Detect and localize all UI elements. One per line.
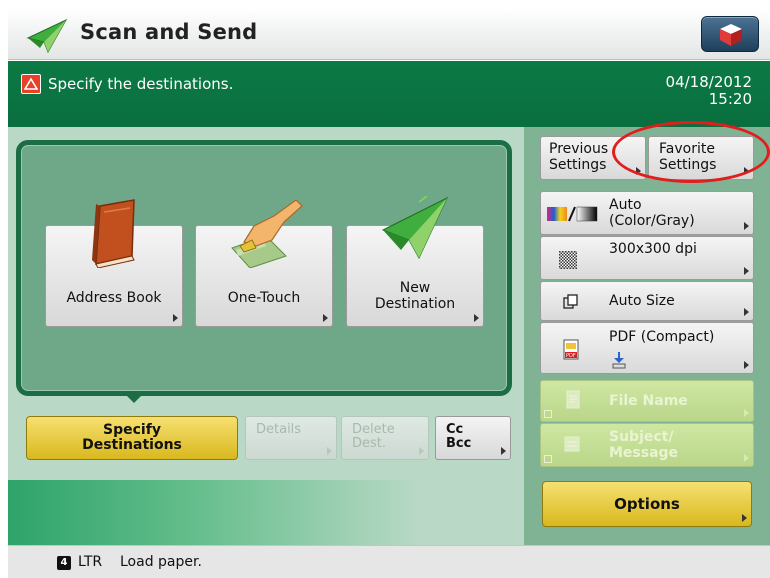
subject-message-label: Subject/ Message bbox=[609, 429, 678, 461]
page-title: Scan and Send bbox=[80, 20, 258, 44]
color-mode-line2: (Color/Gray) bbox=[609, 213, 695, 229]
paper-plane-icon bbox=[381, 196, 449, 260]
file-format-button[interactable]: PDF PDF (Compact) bbox=[540, 322, 754, 374]
decorative-strip bbox=[8, 480, 524, 545]
paper-plane-icon bbox=[26, 18, 68, 54]
delete-label-line2: Dest. bbox=[352, 436, 387, 451]
cc-label: Cc bbox=[446, 422, 464, 437]
cc-bcc-button[interactable]: Cc Bcc bbox=[435, 416, 511, 460]
new-destination-label: New Destination bbox=[347, 280, 483, 312]
chevron-right-icon bbox=[744, 308, 749, 316]
chevron-right-icon bbox=[419, 447, 424, 455]
chevron-right-icon bbox=[744, 361, 749, 369]
subject-label-line2: Message bbox=[609, 445, 679, 461]
frame-pointer bbox=[124, 393, 144, 403]
corner-mark-icon bbox=[544, 410, 552, 418]
file-format-label: PDF (Compact) bbox=[609, 329, 715, 345]
bottom-status-bar: 4 LTR Load paper. bbox=[8, 545, 770, 578]
chevron-right-icon bbox=[744, 454, 749, 462]
paper-size-label: LTR bbox=[78, 554, 103, 570]
color-mode-label: Auto (Color/Gray) bbox=[609, 197, 695, 229]
status-bar: Specify the destinations. 04/18/2012 15:… bbox=[8, 61, 770, 127]
scan-size-button[interactable]: Auto Size bbox=[540, 281, 754, 321]
new-destination-button[interactable]: New Destination bbox=[346, 196, 484, 327]
new-destination-label-line2: Destination bbox=[374, 296, 456, 312]
chevron-right-icon bbox=[742, 514, 747, 522]
details-button[interactable]: Details bbox=[245, 416, 337, 460]
cube-icon bbox=[720, 24, 742, 46]
one-touch-button[interactable]: One-Touch bbox=[195, 199, 333, 327]
date: 04/18/2012 bbox=[665, 73, 752, 91]
details-label: Details bbox=[256, 422, 302, 437]
new-destination-label-line1: New bbox=[399, 280, 431, 296]
file-name-icon bbox=[566, 390, 580, 409]
highlight-annotation bbox=[612, 121, 770, 183]
subject-message-icon bbox=[564, 436, 580, 452]
time: 15:20 bbox=[708, 90, 752, 108]
file-name-button[interactable]: File Name bbox=[540, 380, 754, 422]
specify-label-line1: Specify bbox=[103, 422, 161, 438]
chevron-right-icon bbox=[501, 447, 506, 455]
delete-label-line1: Delete bbox=[352, 422, 395, 437]
compact-down-icon bbox=[612, 352, 626, 369]
options-button[interactable]: Options bbox=[542, 481, 752, 527]
subject-label-line1: Subject/ bbox=[609, 429, 674, 445]
chevron-right-icon bbox=[744, 222, 749, 230]
scan-size-icon bbox=[563, 294, 578, 309]
chevron-right-icon bbox=[744, 267, 749, 275]
chevron-right-icon bbox=[327, 447, 332, 455]
subject-message-button[interactable]: Subject/ Message bbox=[540, 423, 754, 467]
chevron-right-icon bbox=[474, 314, 479, 322]
date-time: 04/18/2012 15:20 bbox=[666, 74, 752, 108]
paper-drawer-badge: 4 bbox=[57, 556, 71, 570]
corner-mark-icon bbox=[544, 455, 552, 463]
svg-text:PDF: PDF bbox=[566, 353, 576, 359]
color-mode-button[interactable]: Auto (Color/Gray) bbox=[540, 191, 754, 235]
delete-dest-button[interactable]: Delete Dest. bbox=[341, 416, 429, 460]
warning-icon bbox=[21, 74, 41, 94]
resolution-button[interactable]: 300x300 dpi bbox=[540, 236, 754, 280]
resolution-icon bbox=[559, 251, 577, 269]
paper-message: Load paper. bbox=[120, 554, 202, 570]
chevron-right-icon bbox=[173, 314, 178, 322]
pdf-icon: PDF bbox=[563, 339, 579, 360]
book-icon bbox=[92, 199, 135, 268]
cube-button[interactable] bbox=[701, 16, 759, 52]
chevron-right-icon bbox=[744, 409, 749, 417]
title-bar: Scan and Send bbox=[8, 8, 770, 60]
status-message: Specify the destinations. bbox=[48, 75, 234, 93]
address-book-label: Address Book bbox=[66, 290, 162, 306]
specify-label-line2: Destinations bbox=[82, 437, 182, 453]
address-book-button[interactable]: Address Book bbox=[45, 199, 183, 327]
resolution-label: 300x300 dpi bbox=[609, 241, 697, 257]
options-label: Options bbox=[614, 495, 680, 513]
file-name-label: File Name bbox=[609, 393, 688, 409]
specify-destinations-button[interactable]: Specify Destinations bbox=[26, 416, 238, 460]
hand-touch-icon bbox=[231, 199, 303, 268]
one-touch-label: One-Touch bbox=[227, 290, 301, 306]
chevron-right-icon bbox=[323, 314, 328, 322]
scan-size-label: Auto Size bbox=[609, 293, 675, 309]
color-gray-icon bbox=[547, 206, 598, 222]
color-mode-line1: Auto bbox=[609, 197, 642, 213]
